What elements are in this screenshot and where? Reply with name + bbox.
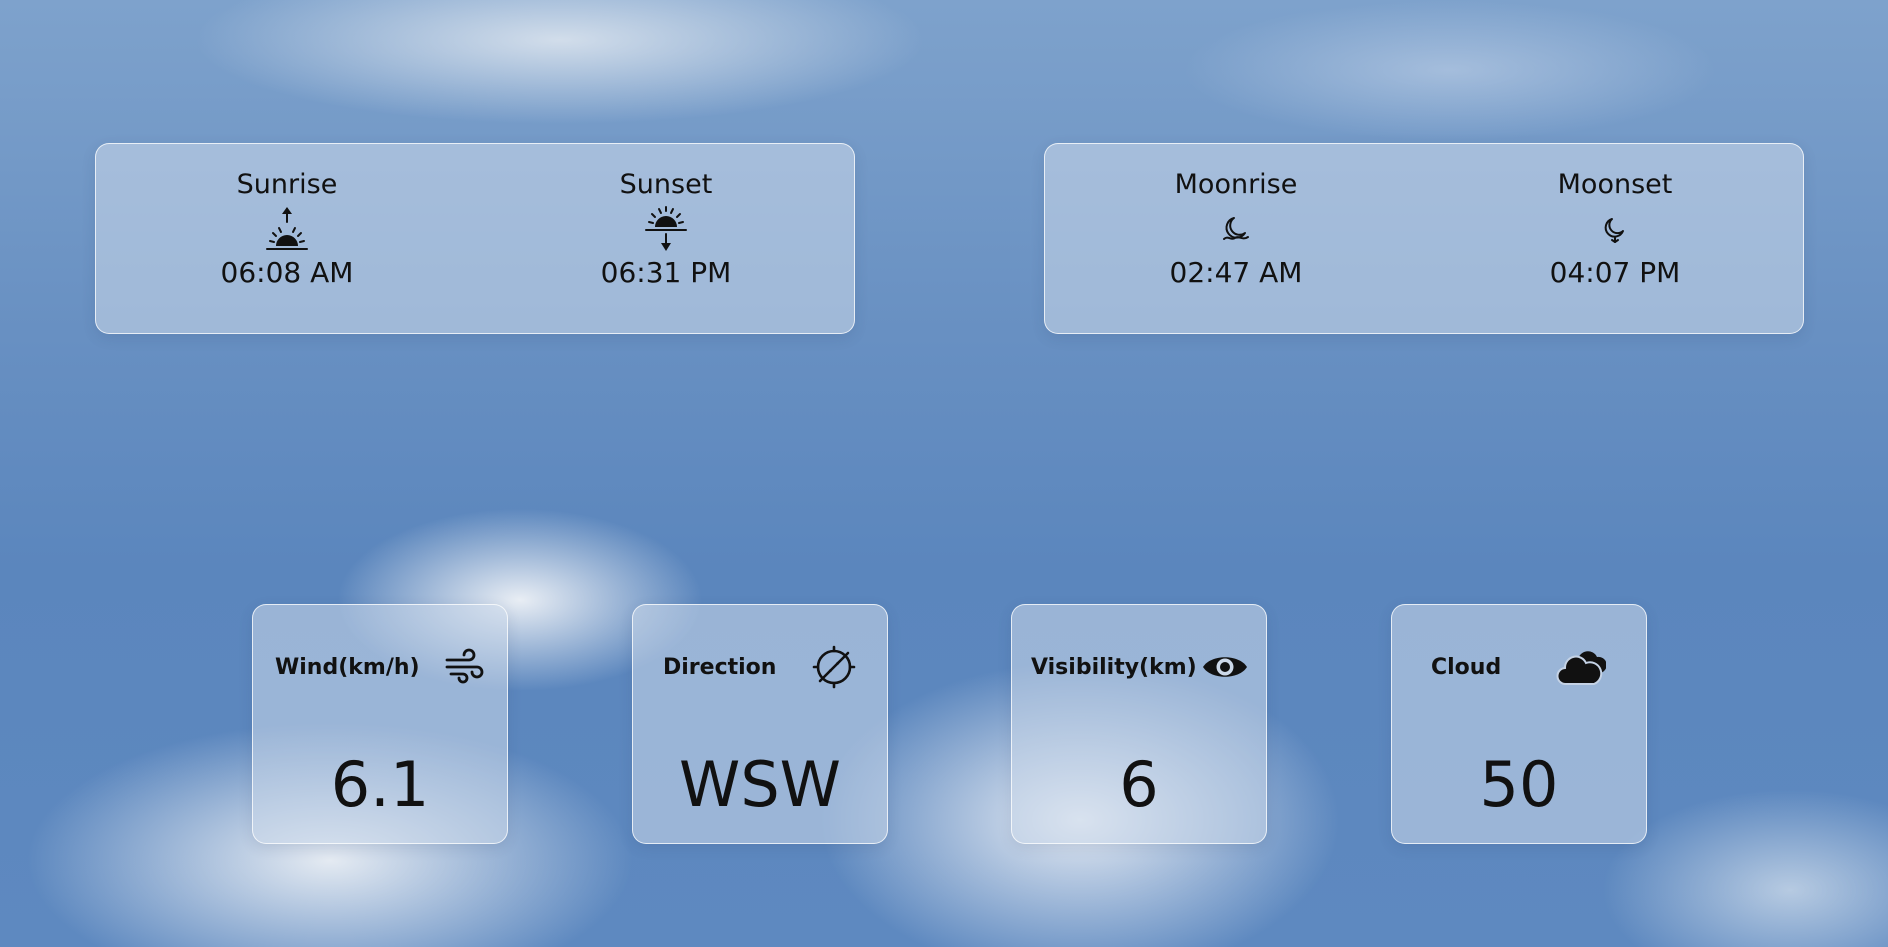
cloud-title: Cloud bbox=[1431, 655, 1502, 680]
moonset-icon bbox=[1495, 202, 1735, 256]
direction-card: Direction WSW bbox=[632, 604, 888, 844]
sun-times-panel: Sunrise 06:08 AM Sunset 06:31 PM bbox=[95, 143, 855, 334]
compass-icon bbox=[809, 642, 859, 692]
sunrise-block: Sunrise 06:08 AM bbox=[167, 144, 407, 290]
sunrise-icon bbox=[167, 202, 407, 256]
sunrise-label: Sunrise bbox=[236, 169, 338, 200]
moonrise-label: Moonrise bbox=[1174, 169, 1298, 200]
moonset-label: Moonset bbox=[1557, 169, 1673, 200]
moon-times-panel: Moonrise 02:47 AM Moonset 04:07 PM bbox=[1044, 143, 1804, 334]
sunset-time: 06:31 PM bbox=[600, 256, 732, 289]
moonrise-block: Moonrise 02:47 AM bbox=[1116, 144, 1356, 290]
wind-value: 6.1 bbox=[330, 748, 430, 821]
sunset-label: Sunset bbox=[619, 169, 713, 200]
cloud-card: Cloud 50 bbox=[1391, 604, 1647, 844]
moonrise-icon bbox=[1116, 202, 1356, 256]
visibility-title: Visibility(km) bbox=[1031, 655, 1197, 680]
moonrise-time: 02:47 AM bbox=[1169, 256, 1303, 289]
direction-title: Direction bbox=[663, 655, 777, 680]
cloud-icon bbox=[1556, 642, 1606, 692]
wind-card: Wind(km/h) 6.1 bbox=[252, 604, 508, 844]
visibility-card: Visibility(km) 6 bbox=[1011, 604, 1267, 844]
eye-icon bbox=[1200, 642, 1250, 692]
moonset-block: Moonset 04:07 PM bbox=[1495, 144, 1735, 290]
cloud-value: 50 bbox=[1479, 748, 1559, 821]
visibility-value: 6 bbox=[1119, 748, 1159, 821]
sunrise-time: 06:08 AM bbox=[220, 256, 354, 289]
moonset-time: 04:07 PM bbox=[1549, 256, 1681, 289]
sunset-icon bbox=[546, 202, 786, 256]
sunset-block: Sunset 06:31 PM bbox=[546, 144, 786, 290]
wind-title: Wind(km/h) bbox=[275, 655, 420, 680]
direction-value: WSW bbox=[679, 748, 841, 821]
wind-icon bbox=[439, 642, 489, 692]
